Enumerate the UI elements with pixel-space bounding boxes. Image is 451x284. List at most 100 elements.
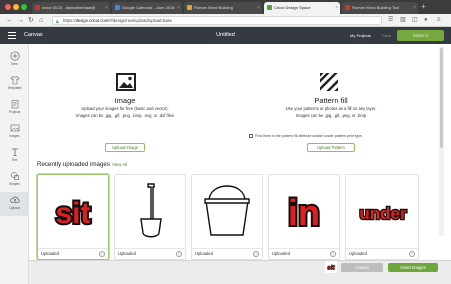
home-icon[interactable]: ⌂ (39, 16, 43, 25)
tab-label: Roman Word Building (194, 5, 233, 10)
save-link[interactable]: Save (382, 31, 391, 40)
recent-image-card[interactable]: in Uploaded i (268, 174, 340, 260)
card-caption: Uploaded i (192, 248, 262, 259)
insert-images-button[interactable]: Insert Images (388, 263, 438, 272)
word-image-sit: sit (53, 195, 92, 232)
recent-image-card[interactable]: sit Uploaded i (37, 174, 109, 260)
pattern-info-line: Find them in the pattern fill attribute … (249, 133, 363, 139)
forward-arrow-icon[interactable]: → (17, 16, 24, 25)
pattern-option-formats: Images can be .jpg, .gif, .png, or .bmp (295, 113, 367, 118)
cricut-favicon-icon (267, 5, 272, 10)
image-option-desc: Upload your images for free (basic and v… (81, 106, 169, 111)
my-projects-link[interactable]: My Projects (350, 31, 371, 40)
recent-image-card[interactable]: Uploaded i (191, 174, 263, 260)
card-caption-text: Uploaded (195, 251, 213, 256)
word-image-in: in (286, 190, 322, 235)
info-icon[interactable]: i (253, 251, 259, 257)
make-it-button[interactable]: Make it (397, 30, 444, 41)
sidebar-item-templates[interactable]: Templates (0, 72, 29, 96)
new-tab-button[interactable]: + (421, 1, 426, 13)
card-caption-text: Uploaded (272, 251, 290, 256)
close-tab-icon[interactable]: × (413, 2, 416, 14)
cancel-button[interactable]: Cancel (341, 263, 383, 272)
card-caption: Uploaded i (269, 248, 339, 259)
tab-roman-word[interactable]: Roman Word Building × (184, 2, 262, 14)
tab-label: Inbox (513) - dlpmatherhaat@ (42, 5, 96, 10)
gmail-favicon-icon (35, 5, 40, 10)
url-field[interactable]: 🔒︎ https://design.cricut.com/#/design/ne… (52, 16, 382, 25)
tab-roman-tool[interactable]: Roman Word Building Tool × (342, 2, 418, 14)
svg-text:under: under (359, 204, 407, 223)
tab-calendar[interactable]: Google Calendar - June 2018 × (112, 2, 182, 14)
account-icon[interactable]: ● (424, 16, 428, 25)
browser-menu-icon[interactable]: ≡ (437, 16, 441, 25)
shapes-icon (10, 172, 19, 180)
zoom-window-button[interactable] (21, 4, 27, 10)
close-tab-icon[interactable]: × (105, 2, 108, 14)
library-icon[interactable]: ▥ (400, 16, 406, 25)
info-icon[interactable]: i (176, 251, 182, 257)
bucket-image (204, 185, 250, 236)
close-tab-icon[interactable]: × (177, 2, 180, 14)
recent-image-card[interactable]: Uploaded i (114, 174, 186, 260)
card-caption-text: Uploaded (349, 251, 367, 256)
tab-gmail[interactable]: Inbox (513) - dlpmatherhaat@ × (32, 2, 110, 14)
upload-image-button[interactable]: Upload Image (105, 143, 145, 152)
view-all-link[interactable]: View All (112, 161, 127, 169)
lock-icon: 🔒︎ (56, 19, 59, 25)
browser-window: Inbox (513) - dlpmatherhaat@ × Google Ca… (0, 0, 451, 284)
scrollbar-thumb[interactable] (440, 48, 443, 148)
url-prefix: https:// (63, 18, 76, 23)
close-tab-icon[interactable]: × (335, 2, 338, 14)
image-icon (10, 124, 19, 132)
tab-label: Roman Word Building Tool (352, 5, 400, 10)
close-tab-icon[interactable]: × (257, 2, 260, 14)
shirt-icon (10, 76, 19, 85)
svg-text:in: in (288, 192, 320, 233)
card-caption: Uploaded i (38, 248, 108, 259)
address-bar-row: ← → ↻ ⌂ 🔒︎ https://design.cricut.com/#/d… (0, 14, 451, 27)
recent-uploads-heading: Recently uploaded images (37, 161, 110, 168)
sidebar-icon[interactable]: ◫ (412, 16, 418, 25)
sidebar-item-label: Shapes (9, 182, 20, 186)
sidebar-item-new[interactable]: New (0, 48, 29, 72)
sidebar-item-label: Text (11, 158, 18, 162)
recent-image-card[interactable]: under Uploaded i (345, 174, 419, 260)
calendar-favicon-icon (115, 5, 120, 10)
sidebar-item-text[interactable]: Text (0, 144, 29, 168)
card-caption-text: Uploaded (41, 251, 59, 256)
plus-icon (9, 51, 20, 61)
word-image-under: under (358, 203, 408, 225)
minimize-window-button[interactable] (13, 4, 19, 10)
shovel-image (140, 183, 162, 238)
sidebar-item-projects[interactable]: Projects (0, 96, 29, 120)
image-upload-icon (116, 73, 136, 91)
reload-icon[interactable]: ↻ (28, 16, 34, 25)
pattern-option-desc: Use your patterns or photos as a fill on… (285, 106, 377, 111)
close-window-button[interactable] (5, 4, 11, 10)
bookmarks-icon[interactable]: ☰ (388, 16, 393, 25)
url-path: /#/design/new/upload/upload-base (108, 18, 172, 23)
info-icon[interactable]: i (409, 251, 415, 257)
url-host: design.cricut.com (75, 18, 109, 23)
sidebar-item-upload[interactable]: Upload (0, 192, 29, 216)
sidebar-item-label: Templates (7, 86, 22, 90)
left-sidebar: New Templates Projects Images Text Shape… (0, 44, 29, 284)
info-icon[interactable]: i (99, 251, 105, 257)
image-option-title: Image (114, 96, 136, 105)
sidebar-item-images[interactable]: Images (0, 120, 29, 144)
vertical-scrollbar[interactable] (439, 46, 444, 236)
info-icon[interactable]: i (330, 251, 336, 257)
tab-cricut[interactable]: Cricut Design Space × (264, 2, 340, 14)
tab-label: Cricut Design Space (274, 5, 311, 10)
back-arrow-icon[interactable]: ← (6, 16, 13, 25)
info-checkbox-icon[interactable] (249, 134, 253, 139)
sidebar-item-shapes[interactable]: Shapes (0, 168, 29, 192)
pattern-option-title: Pattern fill (314, 96, 348, 105)
card-caption: Uploaded i (346, 248, 418, 259)
upload-icon (9, 196, 19, 203)
pattern-stripes-icon (320, 73, 338, 91)
pattern-fill-section: Pattern fill Use your patterns or photos… (236, 62, 426, 119)
upload-pattern-button[interactable]: Upload Pattern (307, 143, 355, 152)
app-header: Canvas Untitled My Projects Save Make it (0, 27, 451, 44)
